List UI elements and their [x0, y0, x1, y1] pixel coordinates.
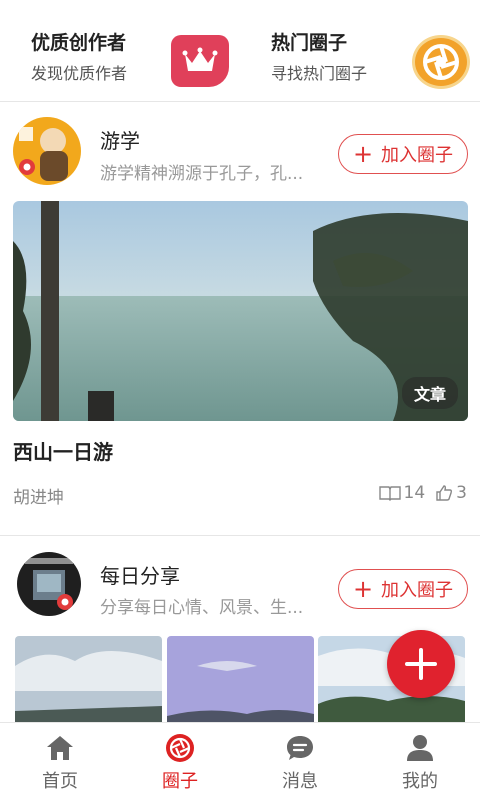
promo-subtitle: 发现优质作者 — [31, 64, 128, 83]
plus-icon: + — [352, 140, 374, 168]
promo-bar: 优质创作者 发现优质作者 热门圈子 寻找热门圈子 — [0, 0, 480, 102]
like-count-value: 3 — [456, 483, 467, 503]
promo-subtitle: 寻找热门圈子 — [271, 64, 368, 83]
join-circle-button[interactable]: + 加入圈子 — [338, 569, 468, 609]
promo-title: 热门圈子 — [271, 32, 348, 54]
home-icon — [47, 736, 73, 760]
promo-quality-creators[interactable]: 优质创作者 发现优质作者 — [31, 28, 127, 84]
tab-messages[interactable]: 消息 — [240, 723, 360, 800]
circle-name: 游学 — [100, 129, 140, 153]
tab-label: 首页 — [42, 771, 78, 792]
post-type-badge: 文章 — [401, 377, 458, 409]
avatar[interactable] — [17, 552, 81, 616]
circle-header[interactable]: 游学 游学精神溯源于孔子，孔... + 加入圈子 — [0, 117, 480, 197]
circle-description: 分享每日心情、风景、生... — [100, 598, 304, 618]
thumbs-up-icon — [436, 485, 453, 501]
tab-label: 我的 — [402, 771, 438, 792]
bottom-tab-bar: 首页 圈子 消息 我的 — [0, 722, 480, 800]
promo-hot-circles[interactable]: 热门圈子 寻找热门圈子 — [271, 28, 367, 84]
read-count: 14 — [378, 483, 426, 503]
tab-label: 消息 — [282, 771, 318, 792]
tab-profile[interactable]: 我的 — [360, 723, 480, 800]
post-author[interactable]: 胡进坤 — [13, 483, 64, 508]
circle-name: 每日分享 — [100, 564, 180, 588]
circle-description: 游学精神溯源于孔子，孔... — [100, 164, 304, 184]
person-icon — [407, 735, 433, 761]
plus-icon — [405, 648, 437, 680]
tab-circles[interactable]: 圈子 — [120, 723, 240, 800]
join-circle-button[interactable]: + 加入圈子 — [338, 134, 468, 174]
join-label: 加入圈子 — [381, 580, 454, 601]
like-count[interactable]: 3 — [435, 483, 467, 503]
divider — [0, 535, 480, 536]
join-label: 加入圈子 — [381, 145, 454, 166]
post-stats: 14 3 — [378, 483, 467, 503]
book-icon — [378, 486, 401, 501]
read-count-value: 14 — [403, 483, 426, 503]
tab-label: 圈子 — [162, 771, 198, 792]
thumbnail-image[interactable] — [167, 636, 314, 726]
aperture-icon — [166, 734, 194, 762]
chat-bubble-icon — [287, 736, 313, 760]
avatar[interactable] — [13, 117, 81, 185]
post-title[interactable]: 西山一日游 — [13, 436, 113, 465]
post-cover-image[interactable]: 文章 — [13, 201, 468, 421]
thumbnail-image[interactable] — [15, 636, 162, 726]
circle-header[interactable]: 每日分享 分享每日心情、风景、生... + 加入圈子 — [0, 552, 480, 632]
create-post-button[interactable] — [387, 630, 455, 698]
crown-icon[interactable] — [171, 35, 229, 87]
promo-title: 优质创作者 — [31, 32, 127, 54]
aperture-icon[interactable] — [412, 35, 470, 89]
tab-home[interactable]: 首页 — [0, 723, 120, 800]
plus-icon: + — [352, 575, 374, 603]
